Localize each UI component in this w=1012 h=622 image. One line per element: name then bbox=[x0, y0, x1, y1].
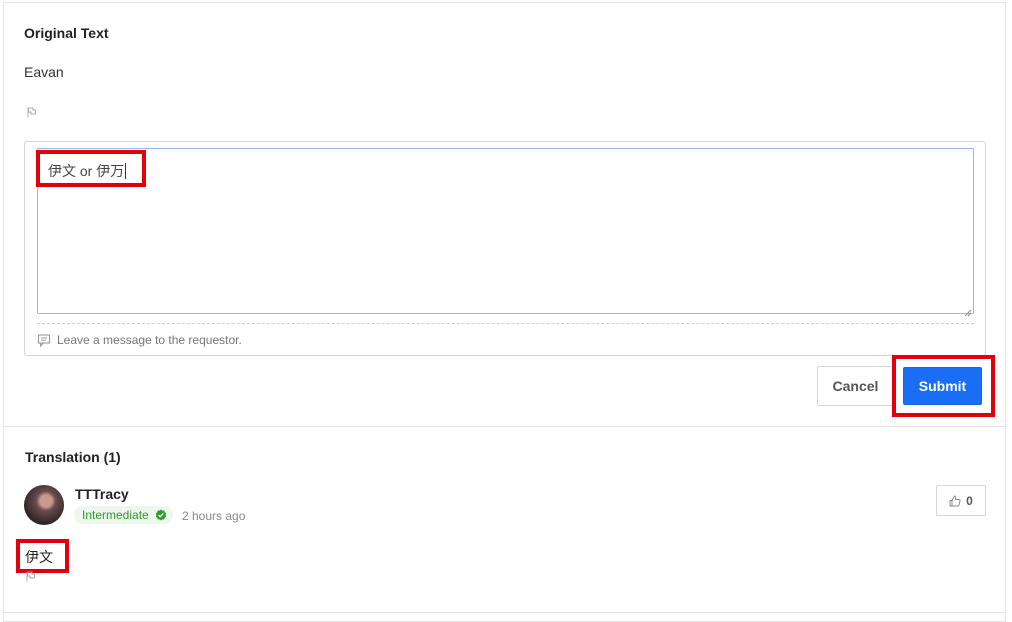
editor-divider bbox=[37, 323, 974, 324]
leave-message-link[interactable]: Leave a message to the requestor. bbox=[37, 333, 242, 348]
comment-icon bbox=[37, 333, 51, 348]
original-text: Eavan bbox=[24, 64, 64, 80]
bottom-divider bbox=[3, 612, 1006, 613]
resize-handle-icon[interactable] bbox=[964, 304, 972, 317]
like-button[interactable]: 0 bbox=[936, 485, 986, 516]
level-label: Intermediate bbox=[82, 508, 149, 522]
translation-input[interactable]: 伊文 or 伊万 bbox=[37, 148, 974, 317]
input-highlight-box bbox=[36, 150, 146, 187]
level-badge: Intermediate bbox=[74, 506, 173, 524]
section-divider bbox=[3, 426, 1006, 427]
cancel-button[interactable]: Cancel bbox=[817, 366, 894, 406]
translation-highlight-box bbox=[16, 539, 69, 573]
thumbs-up-icon bbox=[949, 494, 961, 506]
flag-icon[interactable] bbox=[26, 571, 36, 582]
verified-check-icon bbox=[155, 509, 167, 521]
translation-timestamp: 2 hours ago bbox=[182, 509, 246, 523]
translation-heading: Translation (1) bbox=[25, 449, 121, 465]
translation-editor: 伊文 or 伊万 Leave a message to the requesto… bbox=[24, 141, 986, 356]
leave-message-label: Leave a message to the requestor. bbox=[57, 333, 242, 347]
submit-highlight-box bbox=[892, 355, 995, 417]
flag-icon[interactable] bbox=[27, 107, 37, 118]
like-count: 0 bbox=[966, 493, 973, 508]
translator-username[interactable]: TTTracy bbox=[75, 486, 129, 502]
avatar[interactable] bbox=[24, 485, 64, 525]
original-text-heading: Original Text bbox=[24, 25, 109, 41]
